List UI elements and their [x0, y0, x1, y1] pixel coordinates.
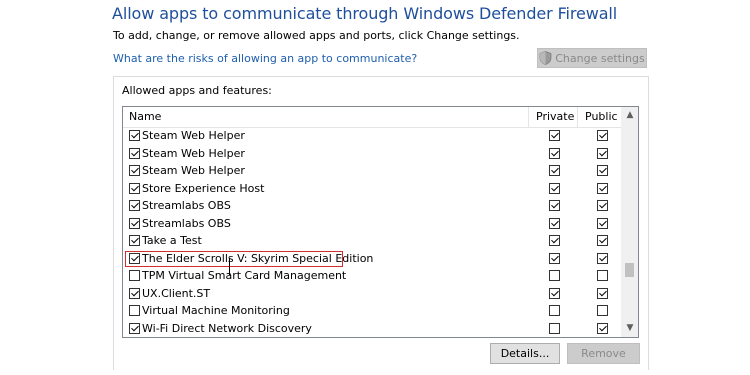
private-checkbox[interactable]	[549, 182, 560, 194]
private-checkbox[interactable]	[549, 270, 560, 281]
public-checkbox[interactable]	[597, 252, 608, 264]
app-enabled-checkbox[interactable]	[129, 182, 140, 194]
app-enabled-checkbox[interactable]	[129, 235, 140, 246]
list-rows: Steam Web Helper Steam Web Helper Steam We…	[123, 127, 623, 338]
app-name: TPM Virtual Smart Card Management	[142, 269, 347, 282]
page-title: Allow apps to communicate through Window…	[112, 4, 618, 23]
chevron-down-icon[interactable]: ▼	[625, 323, 635, 333]
list-item[interactable]: TPM Virtual Smart Card Management	[123, 267, 623, 285]
app-enabled-checkbox[interactable]	[129, 287, 140, 299]
private-checkbox[interactable]	[549, 217, 560, 229]
list-item[interactable]: Steam Web Helper	[123, 127, 623, 145]
app-enabled-checkbox[interactable]	[129, 305, 140, 316]
list-item[interactable]: Streamlabs OBS	[123, 197, 623, 215]
column-divider[interactable]	[577, 107, 578, 127]
page-subtitle: To add, change, or remove allowed apps a…	[113, 29, 520, 42]
app-name: UX.Client.ST	[142, 286, 211, 300]
public-checkbox[interactable]	[597, 217, 608, 229]
risks-link[interactable]: What are the risks of allowing an app to…	[113, 52, 417, 65]
list-item[interactable]: Store Experience Host	[123, 180, 623, 198]
app-name: Steam Web Helper	[142, 164, 245, 177]
details-button[interactable]: Details...	[490, 343, 560, 364]
private-checkbox[interactable]	[549, 165, 560, 176]
app-enabled-checkbox[interactable]	[129, 322, 140, 334]
private-checkbox[interactable]	[549, 252, 560, 264]
public-checkbox[interactable]	[597, 165, 608, 176]
app-enabled-checkbox[interactable]	[129, 270, 140, 281]
public-checkbox[interactable]	[597, 270, 608, 281]
list-item[interactable]: Virtual Machine Monitoring	[123, 302, 623, 320]
chevron-up-icon[interactable]: ▲	[625, 110, 635, 120]
private-checkbox[interactable]	[549, 322, 560, 334]
app-name: Streamlabs OBS	[142, 199, 231, 212]
private-checkbox[interactable]	[549, 305, 560, 316]
list-item[interactable]: Wi-Fi Direct Network Discovery	[123, 320, 623, 338]
remove-button[interactable]: Remove	[567, 343, 640, 364]
private-checkbox[interactable]	[549, 130, 560, 141]
list-item[interactable]: The Elder Scrolls V: Skyrim Special Edit…	[123, 250, 623, 268]
column-header-name[interactable]: Name	[129, 107, 161, 127]
list-header: Name Private Public	[123, 107, 624, 128]
allowed-apps-list[interactable]: Name Private Public Steam Web Helper Stea…	[122, 106, 639, 338]
allowed-apps-label: Allowed apps and features:	[122, 84, 272, 97]
app-enabled-checkbox[interactable]	[129, 200, 140, 211]
private-checkbox[interactable]	[549, 200, 560, 211]
app-enabled-checkbox[interactable]	[129, 147, 140, 159]
app-name: Take a Test	[142, 234, 202, 247]
scrollbar-thumb[interactable]	[625, 263, 634, 277]
public-checkbox[interactable]	[597, 200, 608, 211]
app-enabled-checkbox[interactable]	[129, 130, 140, 141]
list-item[interactable]: Steam Web Helper	[123, 162, 623, 180]
list-item[interactable]: Steam Web Helper	[123, 145, 623, 163]
app-name: Steam Web Helper	[142, 146, 245, 160]
private-checkbox[interactable]	[549, 235, 560, 246]
public-checkbox[interactable]	[597, 322, 608, 334]
app-name: Steam Web Helper	[142, 129, 245, 142]
highlight-box	[125, 250, 343, 267]
app-name: Streamlabs OBS	[142, 216, 231, 230]
private-checkbox[interactable]	[549, 147, 560, 159]
public-checkbox[interactable]	[597, 235, 608, 246]
app-name: Wi-Fi Direct Network Discovery	[142, 321, 312, 335]
public-checkbox[interactable]	[597, 287, 608, 299]
column-divider[interactable]	[528, 107, 529, 127]
app-enabled-checkbox[interactable]	[129, 165, 140, 176]
list-item[interactable]: UX.Client.ST	[123, 285, 623, 303]
private-checkbox[interactable]	[549, 287, 560, 299]
app-enabled-checkbox[interactable]	[129, 217, 140, 229]
uac-shield-icon	[539, 51, 552, 65]
list-item[interactable]: Take a Test	[123, 232, 623, 250]
text-cursor-icon	[229, 258, 230, 275]
change-settings-button[interactable]: Change settings	[537, 48, 647, 68]
column-header-public[interactable]: Public	[585, 107, 618, 127]
public-checkbox[interactable]	[597, 305, 608, 316]
public-checkbox[interactable]	[597, 182, 608, 194]
list-item[interactable]: Streamlabs OBS	[123, 215, 623, 233]
change-settings-label: Change settings	[555, 51, 645, 65]
app-name: Store Experience Host	[142, 181, 265, 195]
column-header-private[interactable]: Private	[536, 107, 574, 127]
public-checkbox[interactable]	[597, 147, 608, 159]
vertical-scrollbar[interactable]: ▲ ▼	[621, 107, 638, 337]
public-checkbox[interactable]	[597, 130, 608, 141]
app-name: Virtual Machine Monitoring	[142, 304, 290, 317]
